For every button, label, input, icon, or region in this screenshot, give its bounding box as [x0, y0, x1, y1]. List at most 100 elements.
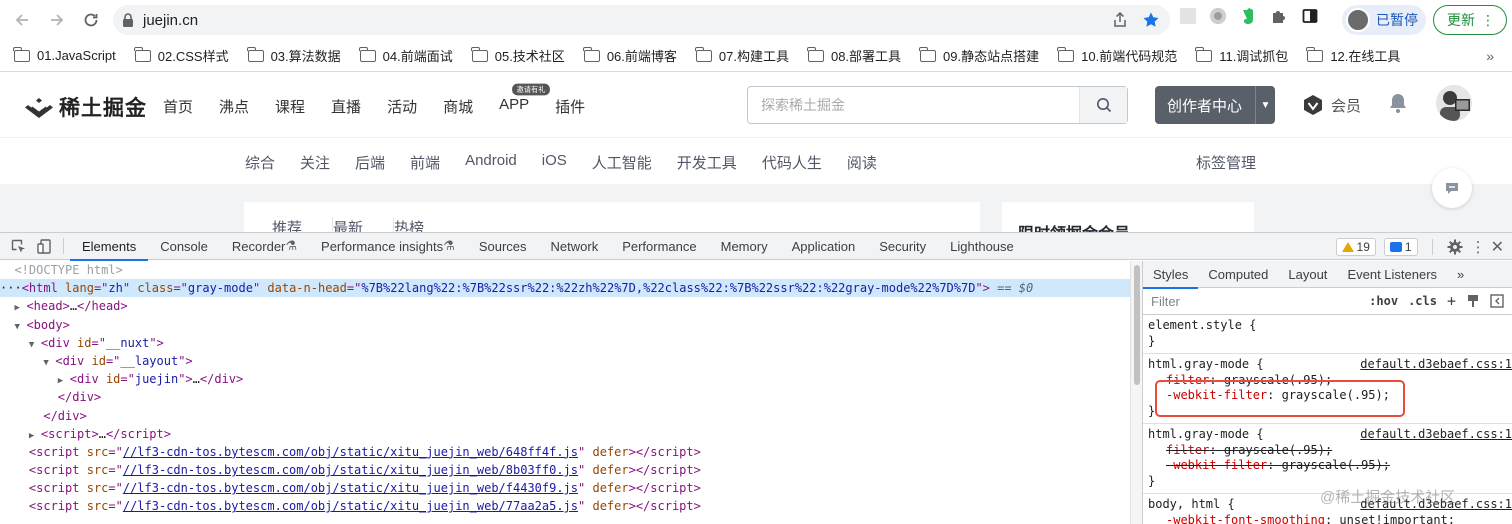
- more-options-icon[interactable]: ⋮: [1471, 238, 1486, 256]
- device-toolbar-icon[interactable]: [31, 233, 57, 260]
- dom-line-layout[interactable]: ▼ <div id="__layout">: [0, 352, 1130, 370]
- category-item[interactable]: 代码人生: [762, 152, 822, 173]
- close-devtools-icon[interactable]: ✕: [1491, 237, 1504, 257]
- bookmark-folder[interactable]: 09.静态站点搭建: [919, 46, 1039, 65]
- expand-triangle-icon[interactable]: ▶: [14, 299, 26, 317]
- reload-button[interactable]: [79, 8, 103, 32]
- bookmarks-overflow-button[interactable]: »: [1486, 48, 1494, 64]
- search-input[interactable]: 探索稀土掘金: [747, 86, 1128, 124]
- bookmark-folder[interactable]: 06.前端博客: [582, 46, 677, 65]
- dom-line-html-selected[interactable]: ···<html lang="zh" class="gray-mode" dat…: [0, 279, 1130, 298]
- styles-subtab[interactable]: Computed: [1198, 261, 1278, 288]
- site-logo[interactable]: 稀土掘金: [24, 92, 147, 122]
- inspect-element-icon[interactable]: [5, 233, 31, 260]
- creator-center-button[interactable]: 创作者中心 ▼: [1155, 86, 1275, 124]
- scrollbar-thumb[interactable]: [1134, 265, 1140, 385]
- bookmark-folder[interactable]: 12.在线工具: [1306, 46, 1400, 65]
- tag-manage-link[interactable]: 标签管理: [1196, 152, 1256, 173]
- category-item[interactable]: iOS: [542, 152, 567, 173]
- dom-line-script[interactable]: <script src="//lf3-cdn-tos.bytescm.com/o…: [0, 497, 1130, 515]
- bookmark-folder[interactable]: 07.构建工具: [694, 46, 789, 65]
- nav-item-app[interactable]: APP 邀请有礼: [499, 83, 550, 117]
- devtools-tab-console[interactable]: Console: [148, 233, 220, 260]
- rule-source-link[interactable]: default.d3ebaef.css:1: [1360, 357, 1512, 373]
- hov-toggle[interactable]: :hov: [1369, 294, 1398, 308]
- dom-line-head[interactable]: ▶ <head>…</head>: [0, 297, 1130, 315]
- rule-source-link[interactable]: default.d3ebaef.css:1: [1360, 427, 1512, 443]
- nav-item[interactable]: 插件: [555, 96, 585, 117]
- dom-line-script[interactable]: <script src="//lf3-cdn-tos.bytescm.com/o…: [0, 443, 1130, 461]
- bookmark-star-icon[interactable]: [1142, 11, 1160, 29]
- feed-tab[interactable]: 热榜: [393, 217, 424, 232]
- css-declaration-active[interactable]: -webkit-font-smoothing: unset!important;: [1148, 513, 1512, 524]
- css-rule-element-style[interactable]: element.style { }: [1143, 315, 1512, 354]
- extensions-puzzle-icon[interactable]: [1270, 7, 1288, 25]
- devtools-tab-security[interactable]: Security: [867, 233, 938, 260]
- dom-line-close-div[interactable]: </div>: [0, 407, 1130, 425]
- paint-bucket-icon[interactable]: [1466, 294, 1480, 308]
- warnings-counter[interactable]: 19: [1335, 237, 1376, 256]
- dom-line-doctype[interactable]: <!DOCTYPE html>: [0, 261, 1130, 279]
- dom-line-juejin[interactable]: ▶ <div id="juejin">…</div>: [0, 370, 1130, 388]
- evernote-icon[interactable]: [1240, 7, 1256, 25]
- nav-item[interactable]: 活动: [387, 96, 417, 117]
- script-src-link[interactable]: //lf3-cdn-tos.bytescm.com/obj/static/xit…: [123, 445, 578, 459]
- nav-item[interactable]: 首页: [163, 96, 193, 117]
- devtools-tab-performance-insights[interactable]: Performance insights ⚗: [309, 233, 467, 260]
- script-src-link[interactable]: //lf3-cdn-tos.bytescm.com/obj/static/xit…: [123, 463, 578, 477]
- user-avatar[interactable]: [1436, 85, 1472, 121]
- forward-button[interactable]: [45, 8, 69, 32]
- script-src-link[interactable]: //lf3-cdn-tos.bytescm.com/obj/static/xit…: [123, 481, 578, 495]
- lock-icon[interactable]: [113, 13, 143, 27]
- styles-subtab[interactable]: Styles: [1143, 261, 1199, 289]
- devtools-tab-lighthouse[interactable]: Lighthouse: [938, 233, 1026, 260]
- devtools-tab-memory[interactable]: Memory: [709, 233, 780, 260]
- category-item[interactable]: 综合: [245, 152, 275, 173]
- styles-subtab[interactable]: Layout: [1278, 261, 1337, 288]
- css-rule-gray-mode-2[interactable]: html.gray-mode { default.d3ebaef.css:1 f…: [1143, 424, 1512, 494]
- bookmark-folder[interactable]: 10.前端代码规范: [1057, 46, 1177, 65]
- dom-line-script[interactable]: <script src="//lf3-cdn-tos.bytescm.com/o…: [0, 461, 1130, 479]
- dom-line-close-div[interactable]: </div>: [0, 388, 1130, 406]
- nav-item[interactable]: 课程: [275, 96, 305, 117]
- devtools-tab-network[interactable]: Network: [539, 233, 611, 260]
- profile-button[interactable]: 已暂停: [1342, 5, 1426, 35]
- styles-subtab[interactable]: Event Listeners: [1337, 261, 1447, 288]
- notification-bell-icon[interactable]: [1388, 92, 1408, 117]
- devtools-tab-application[interactable]: Application: [780, 233, 868, 260]
- toggle-sidebar-icon[interactable]: [1490, 294, 1504, 308]
- devtools-tab-performance[interactable]: Performance: [610, 233, 708, 260]
- styles-subtab[interactable]: »: [1447, 261, 1474, 288]
- feed-tab[interactable]: 推荐: [272, 217, 302, 232]
- bookmark-folder[interactable]: 05.技术社区: [470, 46, 565, 65]
- bookmark-folder[interactable]: 04.前端面试: [358, 46, 453, 65]
- share-icon[interactable]: [1112, 12, 1128, 28]
- category-item[interactable]: Android: [465, 152, 517, 173]
- css-declaration-overridden[interactable]: -webkit-filter: grayscale(.95);: [1148, 458, 1512, 474]
- category-item[interactable]: 前端: [410, 152, 440, 173]
- nav-item[interactable]: 商城: [443, 96, 473, 117]
- bookmark-folder[interactable]: 08.部署工具: [806, 46, 901, 65]
- address-bar[interactable]: juejin.cn: [113, 5, 1170, 35]
- update-button[interactable]: 更新 ⋮: [1433, 5, 1507, 35]
- feedback-float-button[interactable]: [1432, 168, 1472, 208]
- vip-link[interactable]: 会员: [1302, 94, 1361, 116]
- styles-filter-input[interactable]: Filter: [1151, 294, 1369, 309]
- url-text[interactable]: juejin.cn: [143, 12, 198, 29]
- search-button[interactable]: [1079, 87, 1127, 123]
- nav-item[interactable]: 沸点: [219, 96, 249, 117]
- bookmark-folder[interactable]: 11.调试抓包: [1195, 46, 1288, 65]
- settings-gear-icon[interactable]: [1447, 239, 1463, 255]
- dom-line-script[interactable]: <script src="//lf3-cdn-tos.bytescm.com/o…: [0, 479, 1130, 497]
- devtools-tab-elements[interactable]: Elements: [70, 233, 149, 261]
- back-button[interactable]: [10, 8, 34, 32]
- caret-down-icon[interactable]: ▼: [1255, 86, 1275, 124]
- messages-counter[interactable]: 1: [1383, 237, 1418, 256]
- category-item[interactable]: 人工智能: [592, 152, 652, 173]
- nav-item[interactable]: 直播: [331, 96, 361, 117]
- css-declaration-overridden[interactable]: filter: grayscale(.95);: [1148, 443, 1512, 459]
- category-item[interactable]: 关注: [300, 152, 330, 173]
- elements-dom-tree[interactable]: <!DOCTYPE html> ···<html lang="zh" class…: [0, 261, 1130, 524]
- bookmark-folder[interactable]: 01.JavaScript: [13, 46, 116, 63]
- bookmark-folder[interactable]: 03.算法数据: [246, 46, 341, 65]
